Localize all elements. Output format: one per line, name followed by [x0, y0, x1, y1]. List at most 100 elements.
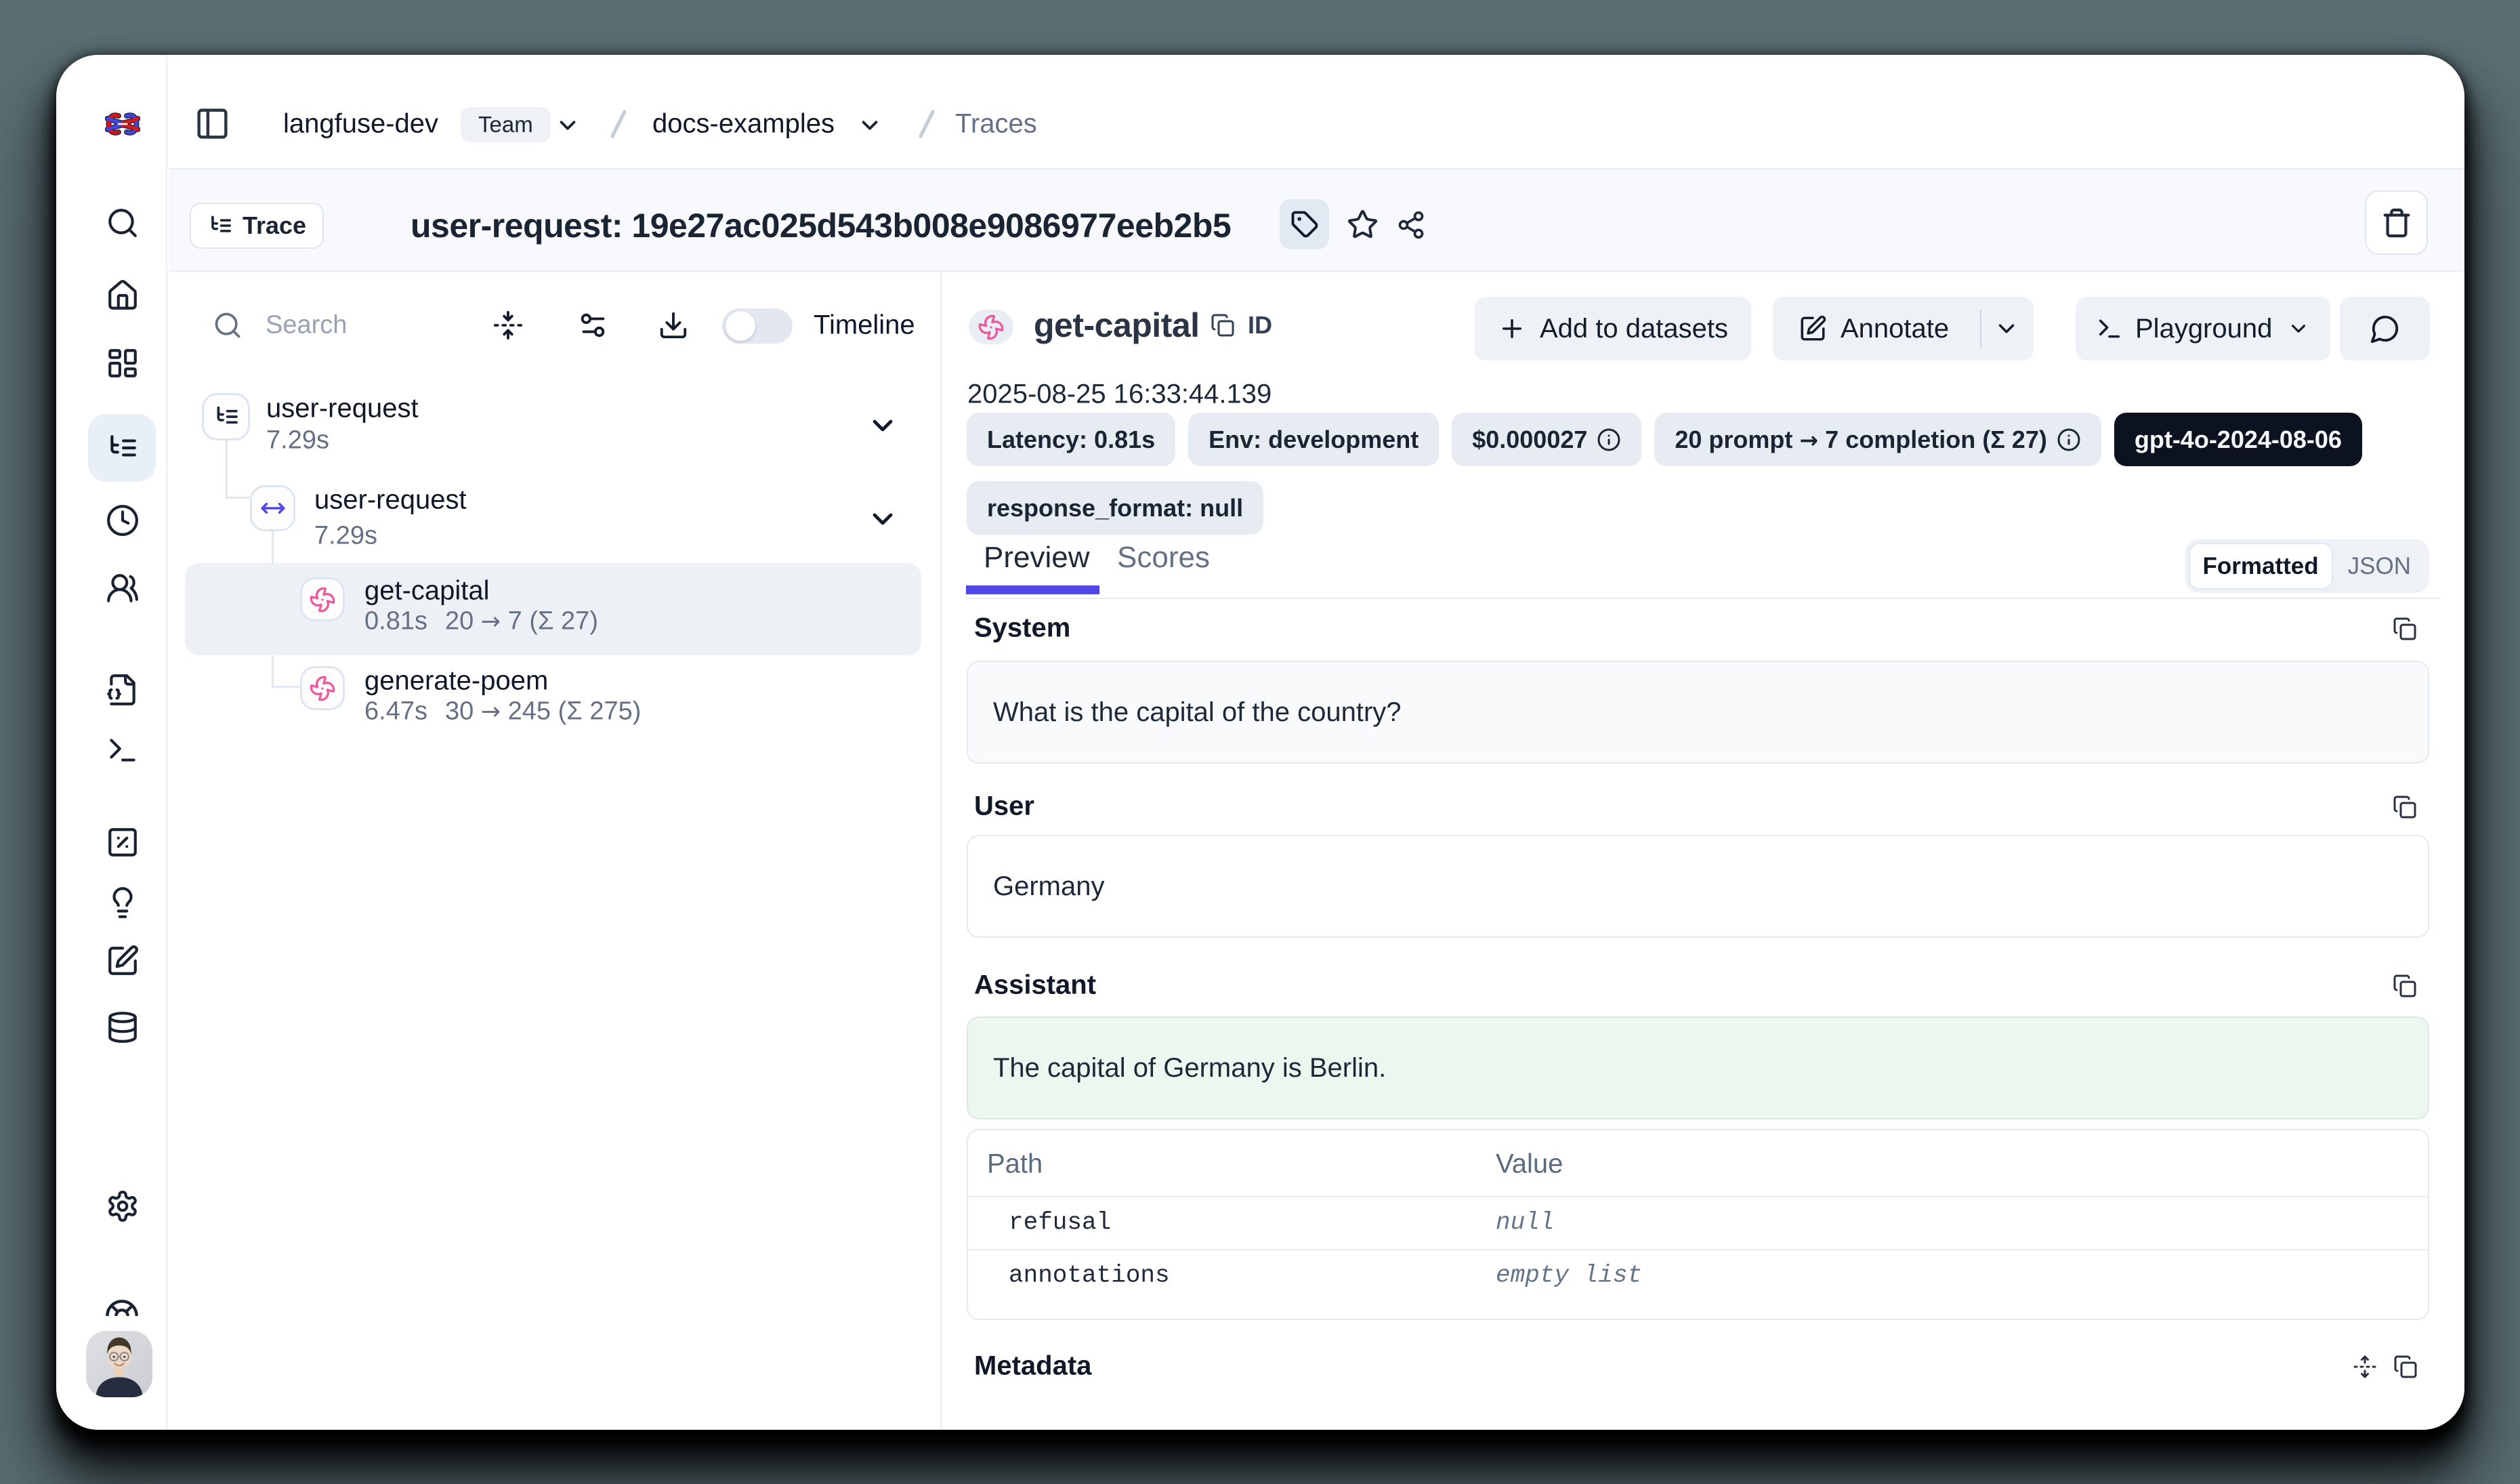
tag-button[interactable] [1280, 199, 1329, 249]
message-circle-icon [2370, 313, 2401, 344]
tree-row-duration: 7.29s [314, 522, 377, 551]
generation-node-badge[interactable] [300, 577, 345, 621]
section-assistant-label: Assistant [974, 970, 1096, 1001]
trace-title: user-request: 19e27ac025d543b008e9086977… [411, 206, 1231, 245]
list-tree-icon [207, 213, 233, 239]
annotate-split-button[interactable]: Annotate [1773, 297, 2034, 360]
panel-toggle-icon[interactable] [194, 106, 230, 142]
list-tree-icon [213, 403, 240, 430]
id-label: ID [1248, 311, 1272, 339]
project-chevron-down-icon[interactable] [555, 112, 581, 138]
latency-badge: Latency: 0.81s [967, 413, 1175, 466]
trace-title-bar: Trace user-request: 19e27ac025d543b008e9… [169, 169, 2464, 272]
user-avatar[interactable] [86, 1331, 152, 1397]
view-settings-button[interactable] [577, 310, 608, 341]
format-toggle-json[interactable]: JSON [2333, 553, 2426, 580]
sliders-icon [577, 310, 608, 341]
comments-button[interactable] [2340, 297, 2430, 360]
breadcrumb-separator-icon-2 [915, 109, 939, 139]
tabs-divider [966, 598, 2441, 599]
tab-preview[interactable]: Preview [984, 541, 1090, 575]
plus-icon [1498, 314, 1526, 343]
delete-trace-button[interactable] [2365, 190, 2428, 255]
copy-icon [1211, 313, 1235, 337]
copy-id-button[interactable] [1211, 313, 1235, 337]
tab-scores[interactable]: Scores [1117, 541, 1210, 575]
assistant-message-box: The capital of Germany is Berlin. [967, 1016, 2429, 1119]
model-badge[interactable]: gpt-4o-2024-08-06 [2114, 413, 2362, 466]
annotate-main[interactable]: Annotate [1773, 314, 1949, 344]
tokens-badge[interactable]: 20 prompt → 7 completion (Σ 27) [1654, 413, 2101, 466]
tree-row-title[interactable]: generate-poem [364, 666, 548, 697]
response-format-badge: response_format: null [967, 481, 1263, 535]
info-icon [1597, 428, 1621, 452]
share-button[interactable] [1396, 210, 1426, 240]
panel-divider[interactable] [940, 272, 942, 1430]
playground-button[interactable]: Playground [2076, 297, 2330, 360]
table-cell-path: annotations [1009, 1262, 1170, 1290]
search-icon [213, 310, 243, 340]
top-header: langfuse-dev Team docs-examples Traces [169, 55, 2464, 169]
table-cell-value: null [1496, 1209, 1554, 1237]
resource-chevron-down-icon[interactable] [857, 112, 883, 138]
expand-metadata-button[interactable] [2353, 1355, 2377, 1379]
tree-row-title[interactable]: user-request [266, 394, 419, 424]
pinwheel-icon [309, 586, 336, 613]
star-button[interactable] [1347, 209, 1379, 241]
sidebar-tracing-item-active[interactable] [88, 414, 156, 482]
tree-connector [226, 440, 228, 499]
output-fields-table: Path Value refusal null annotations empt… [967, 1129, 2429, 1320]
cost-badge[interactable]: $0.000027 [1452, 413, 1641, 466]
pinwheel-icon [309, 675, 336, 702]
copy-icon [2393, 617, 2417, 641]
trace-node-badge[interactable] [202, 393, 250, 440]
pinwheel-icon [978, 314, 1005, 341]
list-tree-icon [105, 431, 139, 465]
search-input[interactable]: Search [266, 311, 347, 340]
observation-title: get-capital [1034, 306, 1200, 345]
observation-timestamp: 2025-08-25 16:33:44.139 [967, 379, 1272, 410]
table-cell-value: empty list [1496, 1262, 1642, 1290]
timeline-label: Timeline [814, 310, 915, 341]
trash-icon [2381, 207, 2412, 239]
share-icon [1396, 210, 1426, 240]
format-toggle-formatted[interactable]: Formatted [2189, 543, 2333, 590]
tree-row-title[interactable]: get-capital [364, 576, 490, 606]
copy-system-button[interactable] [2393, 617, 2417, 641]
row-chevron-down-icon[interactable] [866, 409, 899, 442]
generation-type-chip [969, 310, 1013, 344]
format-toggle: Formatted JSON [2185, 539, 2429, 593]
table-divider [968, 1196, 2428, 1197]
tree-row-duration: 7.29s [266, 426, 329, 455]
tree-row-title[interactable]: user-request [314, 485, 467, 516]
section-system-label: System [974, 613, 1070, 644]
annotate-dropdown-chevron[interactable] [1994, 316, 2019, 342]
tree-connector [226, 497, 250, 499]
span-node-badge[interactable] [250, 485, 295, 531]
copy-assistant-button[interactable] [2393, 974, 2417, 998]
star-icon [1347, 209, 1379, 241]
copy-icon [2393, 974, 2417, 998]
table-header-value: Value [1496, 1149, 1563, 1180]
collapse-all-button[interactable] [492, 310, 524, 341]
breadcrumb-page[interactable]: Traces [955, 109, 1037, 140]
tag-icon [1290, 210, 1319, 239]
table-divider [968, 1249, 2428, 1250]
tree-connector [272, 686, 300, 688]
split-divider [1980, 310, 1981, 348]
app-window: langfuse-dev Team docs-examples Traces T… [56, 55, 2464, 1430]
metrics-badges-row: Latency: 0.81s Env: development $0.00002… [967, 413, 2362, 466]
row-chevron-down-icon[interactable] [866, 503, 899, 535]
unfold-vertical-icon [2353, 1355, 2377, 1379]
copy-user-button[interactable] [2393, 795, 2417, 819]
add-to-datasets-button[interactable]: Add to datasets [1475, 297, 1751, 360]
copy-metadata-button[interactable] [2393, 1355, 2418, 1379]
trace-type-chip: Trace [190, 203, 324, 249]
breadcrumb-project[interactable]: langfuse-dev [283, 109, 438, 140]
timeline-toggle[interactable] [722, 308, 793, 344]
breadcrumb-resource[interactable]: docs-examples [652, 109, 835, 140]
sidebar-support-icon[interactable] [104, 1298, 140, 1316]
square-pen-icon [1799, 314, 1827, 343]
generation-node-badge[interactable] [300, 666, 345, 710]
download-button[interactable] [658, 310, 689, 341]
